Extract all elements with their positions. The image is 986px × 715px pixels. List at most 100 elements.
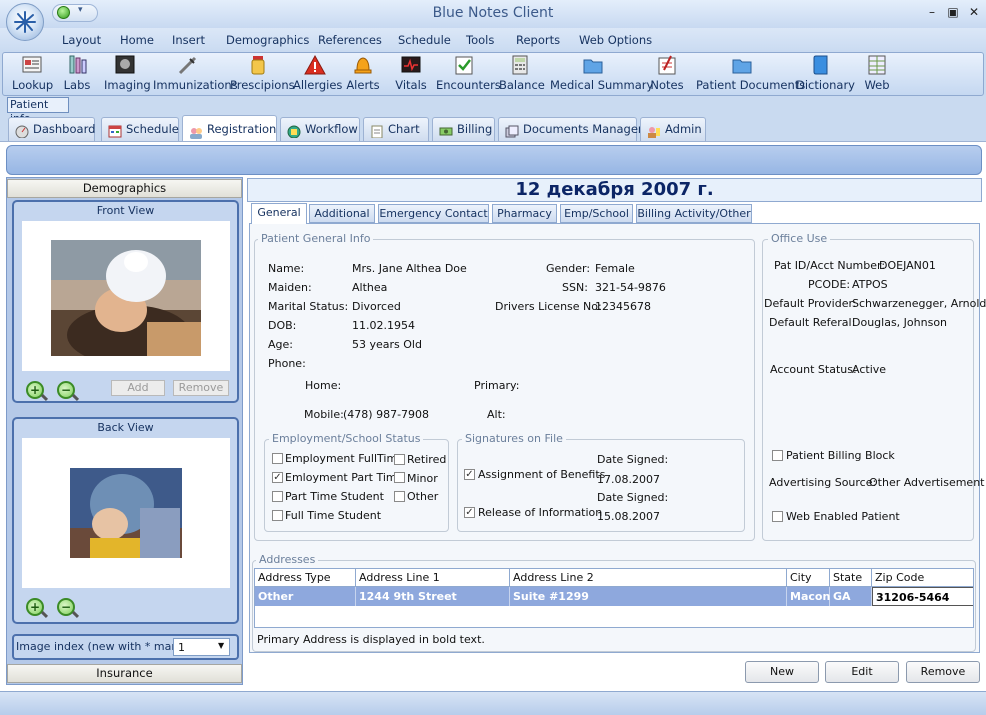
labs-icon xyxy=(66,54,88,76)
gender-value: Female xyxy=(595,262,635,275)
office-use-legend: Office Use xyxy=(768,232,831,245)
city-cell[interactable]: Macon xyxy=(787,587,830,606)
menu-tools[interactable]: Tools xyxy=(466,33,494,47)
subtab-general[interactable]: General xyxy=(251,203,307,224)
app-menu-button[interactable] xyxy=(6,3,44,41)
assignment-of-benefits-checkbox[interactable]: ✓ xyxy=(464,469,475,480)
remove-image-button[interactable]: Remove xyxy=(173,380,229,396)
new-button[interactable]: New xyxy=(745,661,819,683)
employment-parttime-checkbox[interactable]: ✓ xyxy=(272,472,283,483)
image-index-label: Image index (new with * mark): xyxy=(16,640,191,653)
menu-demographics[interactable]: Demographics xyxy=(226,33,309,47)
immunizations-button[interactable]: Immunizations xyxy=(153,54,238,94)
tab-schedule[interactable]: Schedule xyxy=(101,117,179,141)
tab-billing[interactable]: Billing xyxy=(432,117,495,141)
release-of-information-checkbox[interactable]: ✓ xyxy=(464,507,475,518)
patient-billing-block-checkbox[interactable] xyxy=(772,450,783,461)
image-index-select[interactable]: 1 ▼ xyxy=(173,638,230,656)
address-line-2-cell[interactable]: Suite #1299 xyxy=(510,587,787,606)
menu-home[interactable]: Home xyxy=(120,33,154,47)
front-photo-frame xyxy=(22,221,230,371)
remove-button[interactable]: Remove xyxy=(906,661,980,683)
demographics-header[interactable]: Demographics xyxy=(7,179,242,198)
tab-documents-manager[interactable]: Documents Manager xyxy=(498,117,643,141)
menu-insert[interactable]: Insert xyxy=(172,33,205,47)
add-image-button[interactable]: Add xyxy=(111,380,165,396)
subtab-pharmacy[interactable]: Pharmacy xyxy=(492,204,557,223)
name-label: Name: xyxy=(268,262,305,275)
col-header-city[interactable]: City xyxy=(787,569,830,587)
web-grid-icon xyxy=(866,54,888,76)
menu-layout[interactable]: Layout xyxy=(62,33,101,47)
zip-code-cell[interactable]: 31206-5464 xyxy=(872,587,973,606)
vitals-button[interactable]: Vitals xyxy=(394,54,428,94)
bell-icon xyxy=(352,54,374,76)
address-line-1-cell[interactable]: 1244 9th Street xyxy=(356,587,510,606)
balance-button[interactable]: Balance xyxy=(499,54,545,94)
menu-web-options[interactable]: Web Options xyxy=(579,33,652,47)
retired-checkbox[interactable] xyxy=(394,454,405,465)
labs-button[interactable]: Labs xyxy=(62,54,92,94)
col-header-address-type[interactable]: Address Type xyxy=(255,569,356,587)
tab-admin[interactable]: Admin xyxy=(640,117,706,141)
mobile-phone-label: Mobile: xyxy=(304,408,344,421)
age-value: 53 years Old xyxy=(352,338,422,351)
minor-label: Minor xyxy=(407,472,438,485)
addresses-legend: Addresses xyxy=(256,553,319,566)
patient-info-tab[interactable]: Patient info xyxy=(7,97,69,125)
alerts-button[interactable]: Alerts xyxy=(346,54,380,94)
minor-checkbox[interactable] xyxy=(394,472,405,483)
other-checkbox[interactable] xyxy=(394,491,405,502)
insurance-header[interactable]: Insurance xyxy=(7,664,242,683)
lookup-button[interactable]: Lookup xyxy=(12,54,53,94)
col-header-address-line-1[interactable]: Address Line 1 xyxy=(356,569,510,587)
imaging-button[interactable]: Imaging xyxy=(104,54,151,94)
maximize-button[interactable]: ▣ xyxy=(943,4,963,20)
menu-reports[interactable]: Reports xyxy=(516,33,560,47)
web-enabled-patient-checkbox[interactable] xyxy=(772,511,783,522)
front-photo xyxy=(51,240,201,356)
pcode-value: ATPOS xyxy=(852,278,888,291)
zoom-out-icon[interactable]: − xyxy=(57,598,75,616)
col-header-zip-code[interactable]: Zip Code xyxy=(872,569,973,587)
subtab-emp-school[interactable]: Emp/School xyxy=(560,204,633,223)
prescriptions-button[interactable]: Prescipions xyxy=(230,54,295,94)
dictionary-button[interactable]: Dictionary xyxy=(796,54,855,94)
patient-documents-button[interactable]: Patient Documents xyxy=(696,54,805,94)
col-header-address-line-2[interactable]: Address Line 2 xyxy=(510,569,787,587)
subtab-additional[interactable]: Additional xyxy=(309,204,375,223)
col-header-state[interactable]: State xyxy=(830,569,872,587)
fulltime-student-checkbox[interactable] xyxy=(272,510,283,521)
tab-chart[interactable]: Chart xyxy=(363,117,429,141)
notes-button[interactable]: Notes xyxy=(650,54,684,94)
subtab-billing-activity[interactable]: Billing Activity/Other xyxy=(636,204,752,223)
folder-icon xyxy=(582,54,604,76)
retired-label: Retired xyxy=(407,453,447,466)
close-button[interactable]: ✕ xyxy=(964,4,984,20)
back-photo-frame xyxy=(22,438,230,588)
mobile-phone-value: (478) 987-7908 xyxy=(343,408,430,421)
default-provider-value: Schwarzenegger, Arnold xyxy=(852,297,986,310)
minimize-button[interactable]: – xyxy=(922,4,942,20)
menu-references[interactable]: References xyxy=(318,33,382,47)
tab-workflow[interactable]: Workflow xyxy=(280,117,360,141)
encounters-button[interactable]: Encounters xyxy=(436,54,501,94)
parttime-student-checkbox[interactable] xyxy=(272,491,283,502)
zoom-in-icon[interactable]: + xyxy=(26,381,44,399)
allergies-button[interactable]: Allergies xyxy=(293,54,342,94)
zoom-out-icon[interactable]: − xyxy=(57,381,75,399)
menu-schedule[interactable]: Schedule xyxy=(398,33,451,47)
pill-bottle-icon xyxy=(247,54,269,76)
ssn-label: SSN: xyxy=(562,281,588,294)
zoom-in-icon[interactable]: + xyxy=(26,598,44,616)
web-button[interactable]: Web xyxy=(862,54,892,94)
employment-fulltime-checkbox[interactable] xyxy=(272,453,283,464)
edit-button[interactable]: Edit xyxy=(825,661,899,683)
medical-summary-button[interactable]: Medical Summary xyxy=(550,54,653,94)
address-type-cell[interactable]: Other xyxy=(255,587,356,606)
subtab-emergency-contact[interactable]: Emergency Contact xyxy=(378,204,489,223)
tab-registration[interactable]: Registration xyxy=(182,115,277,141)
tab-dashboard[interactable]: Dashboard xyxy=(8,117,95,141)
web-enabled-patient-label: Web Enabled Patient xyxy=(786,510,900,523)
state-cell[interactable]: GA xyxy=(830,587,872,606)
